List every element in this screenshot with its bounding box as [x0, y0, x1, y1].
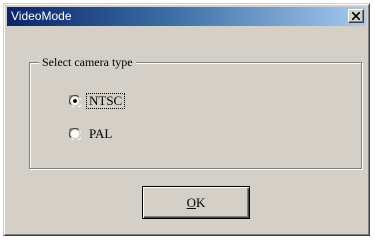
ok-button-label-rest: K: [196, 194, 206, 210]
radio-checked-icon[interactable]: [69, 95, 81, 107]
ok-button[interactable]: OK: [142, 186, 250, 219]
radio-label-pal: PAL: [89, 126, 113, 141]
window-title: VideoMode: [11, 9, 72, 23]
close-icon: [352, 12, 360, 20]
radio-option-ntsc[interactable]: NTSC: [69, 93, 126, 109]
close-button[interactable]: [348, 9, 364, 23]
groupbox-label: Select camera type: [39, 55, 136, 69]
camera-type-groupbox: Select camera type NTSC PAL: [29, 55, 362, 169]
ok-button-mnemonic: O: [186, 194, 196, 210]
videomode-dialog: VideoMode Select camera type NTSC PAL O …: [3, 3, 370, 236]
radio-unchecked-icon[interactable]: [69, 128, 81, 140]
title-bar[interactable]: VideoMode: [7, 7, 366, 26]
radio-label-ntsc: NTSC: [85, 93, 126, 109]
radio-option-pal[interactable]: PAL: [69, 126, 114, 142]
